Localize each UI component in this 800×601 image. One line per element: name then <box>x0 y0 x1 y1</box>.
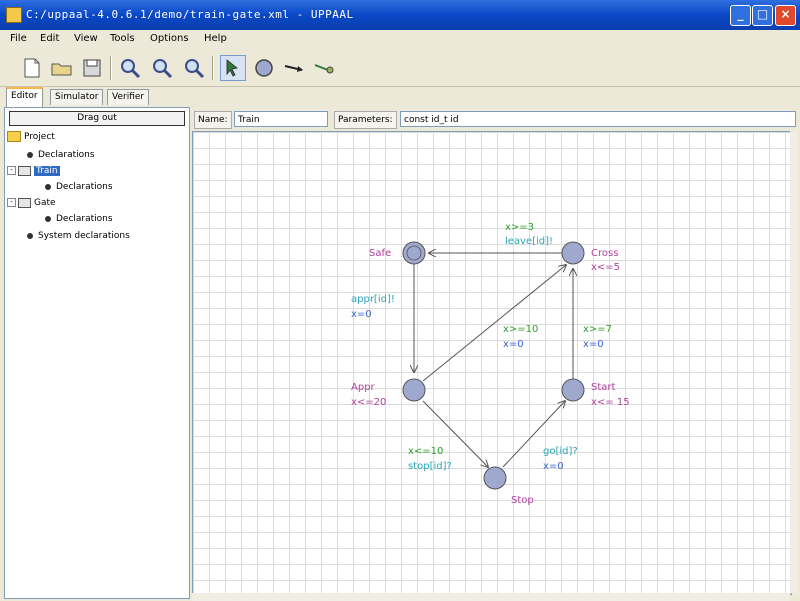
select-tool-icon[interactable] <box>220 55 246 81</box>
add-nail-icon[interactable] <box>312 56 336 80</box>
location-cross-circle[interactable] <box>561 241 585 265</box>
collapse-icon[interactable]: - <box>7 198 16 207</box>
automaton-graph[interactable]: Safe Cross x<=5 Appr x<=20 Start x<= 15 … <box>193 132 791 594</box>
location-name-appr: Appr <box>351 382 376 393</box>
uppaal-app-icon <box>6 7 22 23</box>
tab-verifier[interactable]: Verifier <box>107 89 150 105</box>
new-document-icon[interactable] <box>20 56 44 80</box>
location-name-stop: Stop <box>511 495 534 506</box>
tree-item-gate-declarations[interactable]: Declarations <box>45 212 113 226</box>
location-name-cross: Cross <box>591 248 618 259</box>
location-start-circle[interactable] <box>561 378 585 402</box>
location-invariant-cross: x<=5 <box>591 262 620 273</box>
guard-start-cross: x>=7 <box>583 324 612 335</box>
vertical-scrollbar[interactable] <box>790 131 798 593</box>
menu-tools[interactable]: Tools <box>110 33 135 44</box>
horizontal-scrollbar[interactable] <box>192 593 790 601</box>
parameters-label: Parameters: <box>334 111 397 129</box>
tree-item-system-declarations[interactable]: System declarations <box>27 229 130 243</box>
update-start-cross: x=0 <box>583 339 604 350</box>
tree-item-gate[interactable]: - Gate <box>7 196 56 210</box>
menu-options[interactable]: Options <box>150 33 189 44</box>
guard-appr-stop: x<=10 <box>408 446 443 457</box>
zoom-out-icon[interactable] <box>150 56 174 80</box>
edge-appr-to-stop[interactable] <box>422 400 488 467</box>
toolbar <box>0 50 800 87</box>
window-title: C:/uppaal-4.0.6.1/demo/train-gate.xml - … <box>26 8 354 21</box>
update-appr-cross: x=0 <box>503 339 524 350</box>
sync-safe-appr: appr[id]! <box>351 294 395 305</box>
menu-edit[interactable]: Edit <box>40 33 59 44</box>
location-invariant-start: x<= 15 <box>591 397 630 408</box>
tree-item-project[interactable]: Project <box>7 130 55 144</box>
sync-stop-start: go[id]? <box>543 446 578 457</box>
menu-bar: File Edit View Tools Options Help <box>0 30 800 50</box>
add-location-icon[interactable] <box>252 56 276 80</box>
update-stop-start: x=0 <box>543 461 564 472</box>
tree-item-train-declarations[interactable]: Declarations <box>45 180 113 194</box>
guard-appr-cross: x>=10 <box>503 324 538 335</box>
declaration-bullet-icon <box>27 232 33 239</box>
automaton-canvas[interactable]: Safe Cross x<=5 Appr x<=20 Start x<= 15 … <box>192 131 792 595</box>
zoom-in-icon[interactable] <box>118 56 142 80</box>
update-safe-appr: x=0 <box>351 309 372 320</box>
name-label: Name: <box>194 111 232 129</box>
location-appr-circle[interactable] <box>402 378 426 402</box>
template-parameters-field[interactable]: const id_t id <box>400 111 796 127</box>
declaration-bullet-icon <box>27 151 33 158</box>
template-name-field[interactable]: Train <box>234 111 328 127</box>
declaration-bullet-icon <box>45 183 51 190</box>
zoom-fit-icon[interactable] <box>182 56 206 80</box>
collapse-icon[interactable]: - <box>7 166 16 175</box>
minimize-button[interactable]: _ <box>730 5 751 26</box>
tree-item-train[interactable]: - Train <box>7 164 60 178</box>
template-editor-panel: Name: Train Parameters: const id_t id Sa… <box>190 107 800 601</box>
menu-view[interactable]: View <box>74 33 98 44</box>
close-button[interactable]: × <box>775 5 796 26</box>
tab-editor[interactable]: Editor <box>6 87 43 107</box>
save-disk-icon[interactable] <box>80 56 104 80</box>
location-safe-circle[interactable] <box>402 241 426 265</box>
tab-simulator[interactable]: Simulator <box>50 89 104 105</box>
sync-cross-safe: leave[id]! <box>505 236 553 247</box>
template-icon <box>18 197 31 208</box>
add-edge-icon[interactable] <box>282 56 306 80</box>
location-invariant-appr: x<=20 <box>351 397 386 408</box>
edge-appr-to-cross[interactable] <box>422 265 566 382</box>
template-icon <box>18 165 31 176</box>
maximize-button[interactable]: □ <box>752 5 773 26</box>
location-name-start: Start <box>591 382 616 393</box>
menu-file[interactable]: File <box>10 33 27 44</box>
title-bar: C:/uppaal-4.0.6.1/demo/train-gate.xml - … <box>0 0 800 30</box>
project-tree-panel: Drag out Project Declarations - Train Dec… <box>4 107 190 599</box>
edge-stop-to-start[interactable] <box>502 401 565 468</box>
folder-icon <box>7 131 21 142</box>
tree-item-global-declarations[interactable]: Declarations <box>27 148 95 162</box>
guard-cross-safe: x>=3 <box>505 222 534 233</box>
menu-help[interactable]: Help <box>204 33 227 44</box>
main-tabs: Editor Simulator Verifier <box>0 86 800 107</box>
declaration-bullet-icon <box>45 215 51 222</box>
location-stop-circle[interactable] <box>483 466 507 490</box>
location-name-safe: Safe <box>369 248 391 259</box>
open-folder-icon[interactable] <box>50 56 74 80</box>
sync-appr-stop: stop[id]? <box>408 461 452 472</box>
drag-out-button[interactable]: Drag out <box>9 111 185 126</box>
